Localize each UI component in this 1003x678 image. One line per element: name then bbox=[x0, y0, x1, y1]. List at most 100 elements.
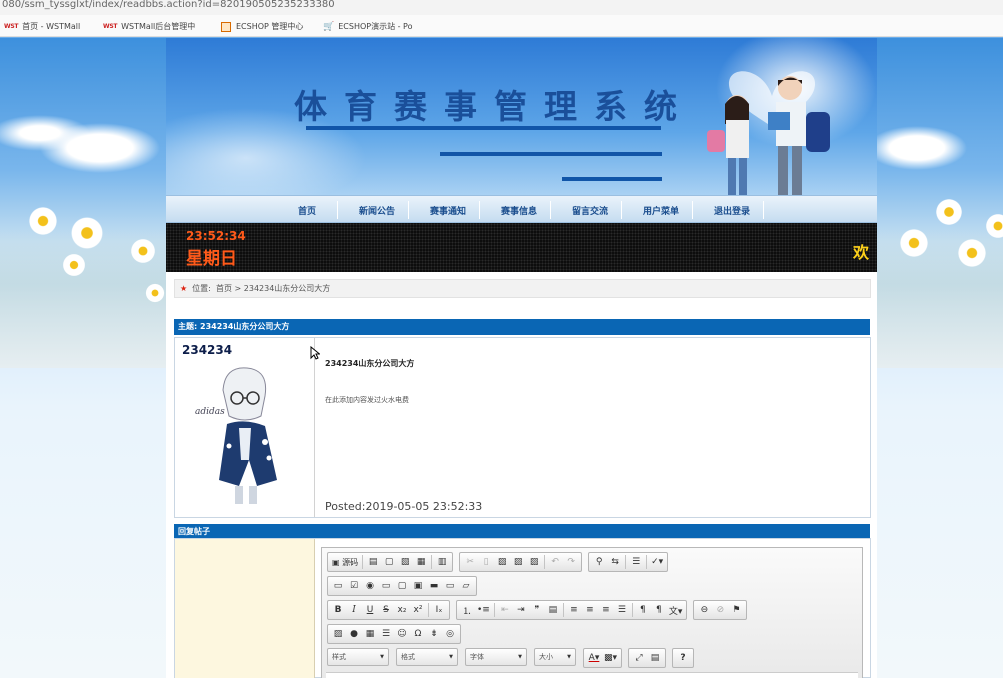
thread-topic: 234234山东分公司大方 bbox=[200, 322, 290, 331]
nav-event-notice[interactable]: 赛事通知 bbox=[430, 204, 466, 217]
outdent-icon[interactable]: ⇤ bbox=[497, 602, 513, 618]
mouse-cursor-icon bbox=[310, 346, 320, 360]
div-icon[interactable]: ▤ bbox=[545, 602, 561, 618]
styles-dropdown[interactable]: 样式 ▼ bbox=[327, 648, 389, 666]
select-icon[interactable]: ▣ bbox=[410, 578, 426, 594]
paste-icon[interactable]: ▨ bbox=[494, 554, 510, 570]
subscript-icon[interactable]: x₂ bbox=[394, 602, 410, 618]
cut-icon[interactable]: ✂ bbox=[462, 554, 478, 570]
bookmark-ecshop-admin[interactable]: ECSHOP 管理中心 bbox=[221, 21, 303, 32]
radio-icon[interactable]: ◉ bbox=[362, 578, 378, 594]
url-text: 080/ssm_tyssglxt/index/readbbs.action?id… bbox=[2, 0, 335, 10]
nav-event-info[interactable]: 赛事信息 bbox=[501, 204, 537, 217]
bg-color-icon[interactable]: ▩▾ bbox=[602, 650, 619, 666]
horizontal-line-icon[interactable]: ☰ bbox=[378, 626, 394, 642]
smiley-icon[interactable]: ☺ bbox=[394, 626, 410, 642]
post-body: 在此添加内容发过火水电费 bbox=[325, 396, 409, 404]
nav-message-board[interactable]: 留言交流 bbox=[572, 204, 608, 217]
spellcheck-icon[interactable]: ✓▾ bbox=[649, 554, 665, 570]
paste-word-icon[interactable]: ▨ bbox=[526, 554, 542, 570]
button-icon[interactable]: ▬ bbox=[426, 578, 442, 594]
bookmark-ecshop-demo[interactable]: 🛒 ECSHOP演示站 - Po bbox=[323, 21, 412, 32]
align-left-icon[interactable]: ≡ bbox=[566, 602, 582, 618]
superscript-icon[interactable]: x² bbox=[410, 602, 426, 618]
page-container: 体育赛事管理系统 首页 新闻公告 赛事通知 赛事信息 留言交流 用户菜单 退出登… bbox=[166, 38, 877, 678]
flash-icon[interactable]: ● bbox=[346, 626, 362, 642]
bold-icon[interactable]: B bbox=[330, 602, 346, 618]
textarea-icon[interactable]: ▢ bbox=[394, 578, 410, 594]
show-blocks-icon[interactable]: ▤ bbox=[647, 650, 663, 666]
image-button-icon[interactable]: ▭ bbox=[442, 578, 458, 594]
anchor-icon[interactable]: ⚑ bbox=[728, 602, 744, 618]
replace-icon[interactable]: ⇆ bbox=[607, 554, 623, 570]
address-bar[interactable]: 080/ssm_tyssglxt/index/readbbs.action?id… bbox=[0, 0, 1003, 15]
table-icon[interactable]: ▦ bbox=[362, 626, 378, 642]
star-icon: ★ bbox=[180, 284, 188, 293]
nav-home[interactable]: 首页 bbox=[298, 204, 316, 217]
image-icon[interactable]: ▨ bbox=[330, 626, 346, 642]
underline-icon[interactable]: U bbox=[362, 602, 378, 618]
page-break-icon[interactable]: ⇟ bbox=[426, 626, 442, 642]
thread-topic-bar: 主题: 234234山东分公司大方 bbox=[174, 319, 870, 335]
indent-icon[interactable]: ⇥ bbox=[513, 602, 529, 618]
source-button[interactable]: ▣ 源码 bbox=[330, 554, 360, 570]
font-dropdown[interactable]: 字体 ▼ bbox=[465, 648, 527, 666]
nav-logout[interactable]: 退出登录 bbox=[714, 204, 750, 217]
background-right bbox=[877, 38, 1003, 368]
nav-user-menu[interactable]: 用户菜单 bbox=[643, 204, 679, 217]
format-dropdown[interactable]: 格式 ▼ bbox=[396, 648, 458, 666]
new-page-icon[interactable]: ▢ bbox=[381, 554, 397, 570]
undo-icon[interactable]: ↶ bbox=[547, 554, 563, 570]
post-title: 234234山东分公司大方 bbox=[325, 359, 415, 368]
special-char-icon[interactable]: Ω bbox=[410, 626, 426, 642]
bookmark-wstmall-home[interactable]: WST 首页 - WSTMall bbox=[4, 21, 80, 32]
maximize-icon[interactable]: ⤢ bbox=[631, 650, 647, 666]
language-icon[interactable]: 文▾ bbox=[667, 602, 685, 618]
numbered-list-icon[interactable]: ⒈ bbox=[459, 602, 475, 618]
redo-icon[interactable]: ↷ bbox=[563, 554, 579, 570]
form-icon[interactable]: ▭ bbox=[330, 578, 346, 594]
find-icon[interactable]: ⚲ bbox=[591, 554, 607, 570]
strike-icon[interactable]: S bbox=[378, 602, 394, 618]
checkbox-icon[interactable]: ☑ bbox=[346, 578, 362, 594]
italic-icon[interactable]: I bbox=[346, 602, 362, 618]
link-icon[interactable]: ⊖ bbox=[696, 602, 712, 618]
copy-icon[interactable]: ▯ bbox=[478, 554, 494, 570]
breadcrumb-current: 234234山东分公司大方 bbox=[243, 284, 331, 293]
wst-icon: WST bbox=[4, 23, 19, 30]
align-center-icon[interactable]: ≡ bbox=[582, 602, 598, 618]
led-weekday: 星期日 bbox=[186, 249, 237, 269]
ltr-icon[interactable]: ¶ bbox=[635, 602, 651, 618]
font-size-dropdown[interactable]: 大小 ▼ bbox=[534, 648, 576, 666]
led-time: 23:52:34 bbox=[186, 229, 246, 243]
templates-icon[interactable]: ▥ bbox=[434, 554, 450, 570]
remove-format-icon[interactable]: Iₓ bbox=[431, 602, 447, 618]
print-icon[interactable]: ▦ bbox=[413, 554, 429, 570]
align-right-icon[interactable]: ≡ bbox=[598, 602, 614, 618]
chevron-down-icon: ▼ bbox=[380, 654, 384, 660]
nav-news[interactable]: 新闻公告 bbox=[359, 204, 395, 217]
blockquote-icon[interactable]: ❞ bbox=[529, 602, 545, 618]
iframe-icon[interactable]: ◎ bbox=[442, 626, 458, 642]
help-icon[interactable]: ? bbox=[675, 650, 691, 666]
align-justify-icon[interactable]: ☰ bbox=[614, 602, 630, 618]
text-color-icon[interactable]: A▾ bbox=[586, 650, 602, 666]
rtl-icon[interactable]: ¶ bbox=[651, 602, 667, 618]
bookmark-wstmall-admin[interactable]: WST WSTMall后台管理中 bbox=[103, 21, 195, 32]
ecshop-icon bbox=[221, 21, 231, 32]
textfield-icon[interactable]: ▭ bbox=[378, 578, 394, 594]
rich-text-editor: ▣ 源码 ▤ ▢ ▧ ▦ ▥ ✂ ▯ ▨ ▨ ▨ ↶ ↷ ⚲ ⇆ ☰ ✓▾ ▭ … bbox=[321, 547, 863, 678]
bulleted-list-icon[interactable]: •≡ bbox=[475, 602, 492, 618]
breadcrumb-home-link[interactable]: 首页 bbox=[216, 284, 232, 293]
cart-icon: 🛒 bbox=[323, 21, 335, 32]
author-panel: 234234 adidas bbox=[175, 338, 315, 517]
unlink-icon[interactable]: ⊘ bbox=[712, 602, 728, 618]
save-icon[interactable]: ▤ bbox=[365, 554, 381, 570]
editor-content-area[interactable] bbox=[326, 672, 858, 678]
preview-icon[interactable]: ▧ bbox=[397, 554, 413, 570]
background-left bbox=[0, 38, 166, 368]
select-all-icon[interactable]: ☰ bbox=[628, 554, 644, 570]
hidden-field-icon[interactable]: ▱ bbox=[458, 578, 474, 594]
paste-text-icon[interactable]: ▨ bbox=[510, 554, 526, 570]
chevron-down-icon: ▼ bbox=[518, 654, 522, 660]
